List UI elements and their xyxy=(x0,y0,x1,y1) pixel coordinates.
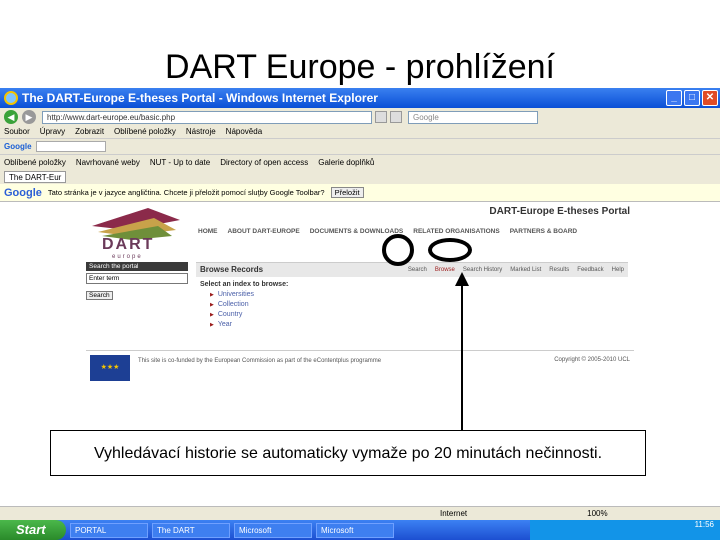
portal-search-button[interactable]: Search xyxy=(86,291,113,300)
subnav-help[interactable]: Help xyxy=(612,263,624,277)
browse-title: Browse Records xyxy=(200,265,264,274)
taskbar-item[interactable]: Microsoft xyxy=(316,522,394,538)
google-search-input[interactable] xyxy=(35,141,106,152)
search-panel: Search the portal Enter term Search xyxy=(86,262,188,302)
status-zone: Internet xyxy=(440,509,468,518)
portal-title: DART-Europe E-theses Portal xyxy=(489,206,630,217)
nav-documents[interactable]: DOCUMENTS & DOWNLOADS xyxy=(310,228,404,235)
index-year[interactable]: Year xyxy=(210,320,628,330)
subnav-marked-list[interactable]: Marked List xyxy=(510,263,541,277)
stop-icon[interactable] xyxy=(390,111,402,123)
taskbar-item[interactable]: PORTAL xyxy=(70,522,148,538)
refresh-icon[interactable] xyxy=(375,111,387,123)
translate-text: Tato stránka je v jazyce angličtina. Chc… xyxy=(47,188,325,197)
sub-nav: Search Browse Search History Marked List… xyxy=(408,263,624,277)
browse-content: Browse Records Search Browse Search Hist… xyxy=(196,262,628,342)
page-footer: ★★★ This site is co-funded by the Europe… xyxy=(86,350,634,381)
close-icon[interactable]: ✕ xyxy=(702,90,718,106)
menu-file[interactable]: Soubor xyxy=(4,126,30,138)
index-collection[interactable]: Collection xyxy=(210,300,628,310)
taskbar-item[interactable]: The DART xyxy=(152,522,230,538)
tab-dart[interactable]: The DART-Eur xyxy=(4,171,67,183)
search-panel-head: Search the portal xyxy=(86,262,188,271)
search-input[interactable]: Google xyxy=(408,110,538,124)
taskbar-item[interactable]: Microsoft xyxy=(234,522,312,538)
status-bar: Internet 100% xyxy=(0,506,720,520)
menu-favorites[interactable]: Oblíbené položky xyxy=(114,126,176,138)
favorites-item[interactable]: Galerie doplňků xyxy=(318,158,374,167)
logo-text: DART xyxy=(102,236,155,253)
screenshot: The DART-Europe E-theses Portal - Window… xyxy=(0,88,720,540)
google-label: Google xyxy=(4,142,32,151)
zoom-level[interactable]: 100% xyxy=(587,509,607,518)
top-nav: HOME ABOUT DART-EUROPE DOCUMENTS & DOWNL… xyxy=(198,228,577,235)
logo-sub: europe xyxy=(112,254,143,260)
subnav-feedback[interactable]: Feedback xyxy=(577,263,603,277)
copyright: Copyright © 2005-2010 UCL xyxy=(554,357,630,363)
menu-view[interactable]: Zobrazit xyxy=(75,126,104,138)
index-country[interactable]: Country xyxy=(210,310,628,320)
nav-about[interactable]: ABOUT DART-EUROPE xyxy=(228,228,300,235)
eu-flag-icon: ★★★ xyxy=(90,355,130,381)
menu-bar: Soubor Úpravy Zobrazit Oblíbené položky … xyxy=(0,126,720,138)
favorites-item[interactable]: Oblíbené položky xyxy=(4,158,66,167)
system-tray: 11:56 xyxy=(530,520,720,540)
ie-icon xyxy=(4,91,18,105)
nav-organisations[interactable]: RELATED ORGANISATIONS xyxy=(413,228,499,235)
favorites-bar: Oblíbené položky Navrhované weby NUT - U… xyxy=(0,154,720,170)
address-bar[interactable]: http://www.dart-europe.eu/basic.php xyxy=(42,110,372,124)
maximize-icon[interactable]: □ xyxy=(684,90,700,106)
window-title: The DART-Europe E-theses Portal - Window… xyxy=(22,91,378,105)
select-index-label: Select an index to browse: xyxy=(200,281,289,288)
favorites-item[interactable]: Directory of open access xyxy=(220,158,308,167)
address-row: ◀ ▶ http://www.dart-europe.eu/basic.php … xyxy=(0,108,720,126)
subnav-results[interactable]: Results xyxy=(549,263,569,277)
translate-button[interactable]: Přeložit xyxy=(330,187,364,198)
arrow-line xyxy=(461,283,463,430)
window-titlebar: The DART-Europe E-theses Portal - Window… xyxy=(0,88,720,108)
clock: 11:56 xyxy=(694,520,714,529)
menu-help[interactable]: Nápověda xyxy=(226,126,262,138)
google-toolbar: Google xyxy=(0,138,720,154)
menu-edit[interactable]: Úpravy xyxy=(40,126,65,138)
menu-tools[interactable]: Nástroje xyxy=(186,126,216,138)
callout-box: Vyhledávací historie se automaticky vyma… xyxy=(50,430,646,476)
slide-title: DART Europe - prohlížení xyxy=(165,48,555,86)
tab-bar: The DART-Eur xyxy=(0,170,720,184)
subnav-search[interactable]: Search xyxy=(408,263,427,277)
footer-text: This site is co-funded by the European C… xyxy=(138,358,382,364)
index-universities[interactable]: Universities xyxy=(210,290,628,300)
google-logo: Google xyxy=(4,186,42,199)
minimize-icon[interactable]: _ xyxy=(666,90,682,106)
portal-page: DART europe DART-Europe E-theses Portal … xyxy=(82,202,638,430)
back-button[interactable]: ◀ xyxy=(4,110,18,124)
highlight-circle-browse xyxy=(382,234,414,266)
taskbar: Start PORTAL The DART Microsoft Microsof… xyxy=(0,520,720,540)
highlight-circle-history xyxy=(428,238,472,262)
favorites-item[interactable]: Navrhované weby xyxy=(76,158,140,167)
subnav-browse[interactable]: Browse xyxy=(435,263,455,277)
browse-header: Browse Records Search Browse Search Hist… xyxy=(196,263,628,277)
favorites-item[interactable]: NUT - Up to date xyxy=(150,158,210,167)
translate-bar: Google Tato stránka je v jazyce angličti… xyxy=(0,184,720,202)
forward-button[interactable]: ▶ xyxy=(22,110,36,124)
nav-partners[interactable]: PARTNERS & BOARD xyxy=(510,228,577,235)
start-button[interactable]: Start xyxy=(0,520,66,540)
nav-home[interactable]: HOME xyxy=(198,228,218,235)
portal-search-input[interactable]: Enter term xyxy=(86,273,188,284)
